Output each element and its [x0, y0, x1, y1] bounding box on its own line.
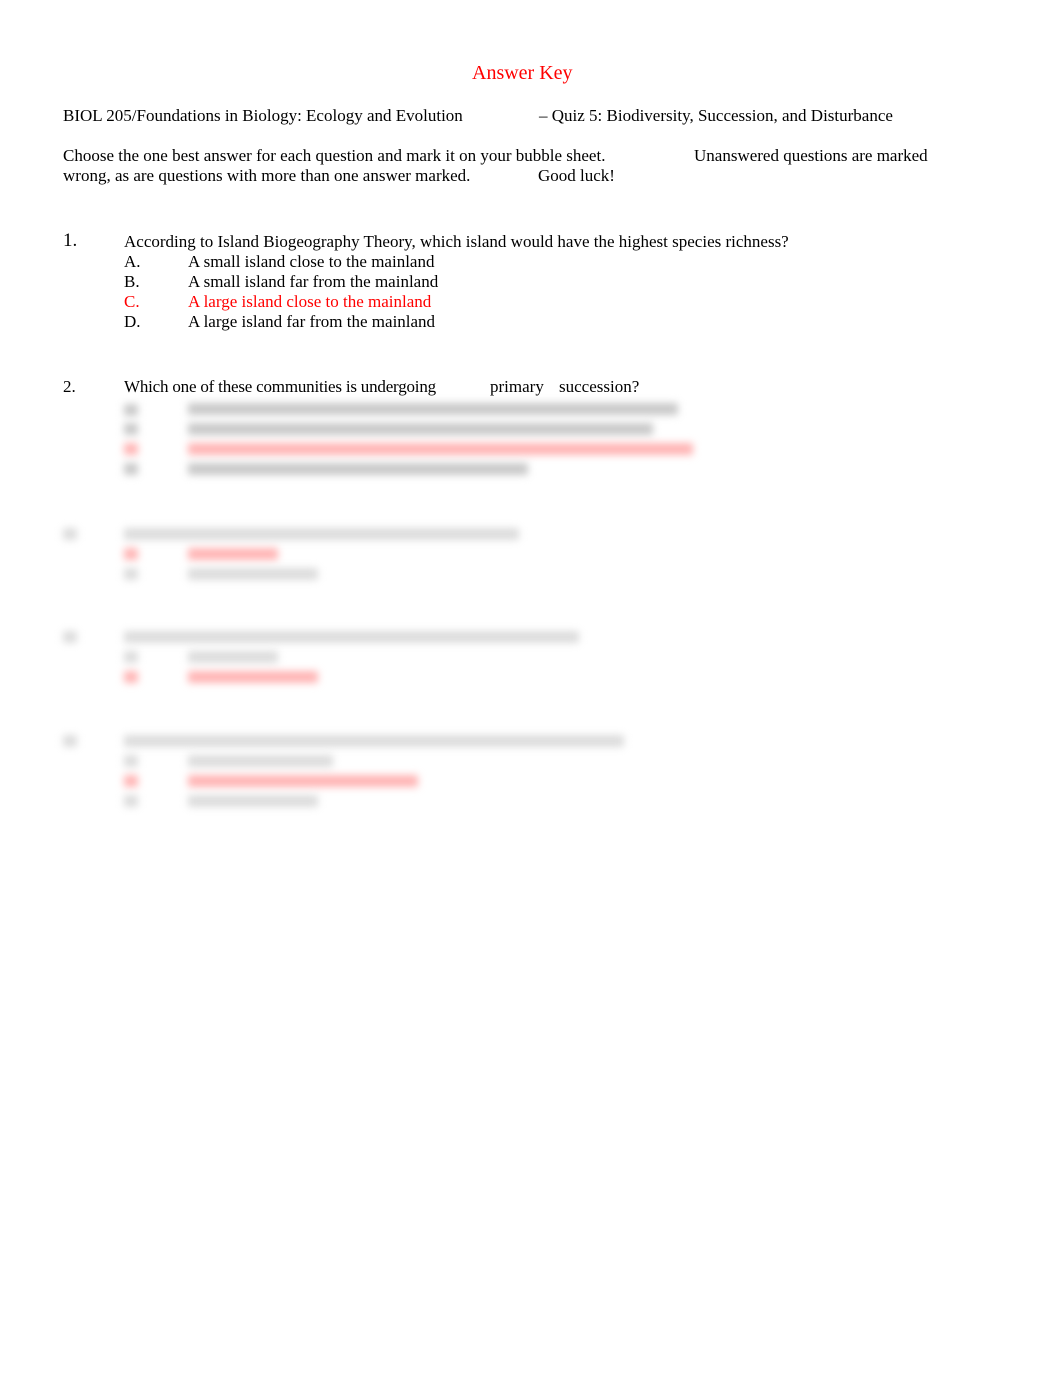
option-text: A large island far from the mainland [188, 312, 436, 331]
option-text: A small island close to the mainland [188, 252, 435, 271]
correct-option-text: A large island close to the mainland [188, 292, 432, 311]
question-text: According to Island Biogeography Theory,… [124, 232, 789, 251]
option-letter: A. [124, 252, 141, 271]
blurred-text [124, 423, 138, 435]
blurred-answer [124, 443, 138, 455]
good-luck: Good luck! [538, 166, 615, 185]
instructions-line1-cont: Unanswered questions are marked [694, 146, 928, 165]
blurred-answer [188, 443, 693, 455]
course-title: BIOL 205/Foundations in Biology: Ecology… [63, 106, 463, 125]
blurred-answer [188, 775, 418, 787]
option-letter: D. [124, 312, 141, 331]
option-letter: B. [124, 272, 140, 291]
blurred-text [124, 568, 138, 580]
question-text-end: succession? [559, 377, 640, 396]
blurred-text [124, 755, 138, 767]
question-number: 2. [63, 377, 76, 396]
quiz-title: – Quiz 5: Biodiversity, Succession, and … [539, 106, 893, 125]
blurred-text [124, 404, 138, 416]
blurred-text [63, 528, 77, 540]
blurred-text [188, 568, 318, 580]
blurred-text [124, 631, 579, 643]
blurred-text [124, 651, 138, 663]
blurred-answer [124, 671, 138, 683]
blurred-text [188, 755, 333, 767]
question-text: Which one of these communities is underg… [124, 377, 436, 396]
blurred-text [124, 795, 138, 807]
blurred-answer [124, 548, 138, 560]
question-number: 1. [63, 230, 78, 251]
correct-option-letter: C. [124, 292, 140, 311]
blurred-text [188, 403, 678, 415]
option-text: A small island far from the mainland [188, 272, 439, 291]
blurred-text [124, 528, 519, 540]
blurred-text [124, 735, 624, 747]
page-title: Answer Key [472, 62, 573, 84]
blurred-text [188, 795, 318, 807]
blurred-answer [124, 775, 138, 787]
blurred-answer [188, 548, 278, 560]
instructions-line1: Choose the one best answer for each ques… [63, 146, 606, 165]
blurred-answer [188, 671, 318, 683]
blurred-text [63, 735, 77, 747]
blurred-text [188, 463, 528, 475]
blurred-text [63, 631, 77, 643]
blurred-text [188, 651, 278, 663]
blurred-text [124, 463, 138, 475]
instructions-line2: wrong, as are questions with more than o… [63, 166, 471, 185]
blurred-text [188, 423, 653, 435]
question-text-emphasis: primary [490, 377, 544, 396]
